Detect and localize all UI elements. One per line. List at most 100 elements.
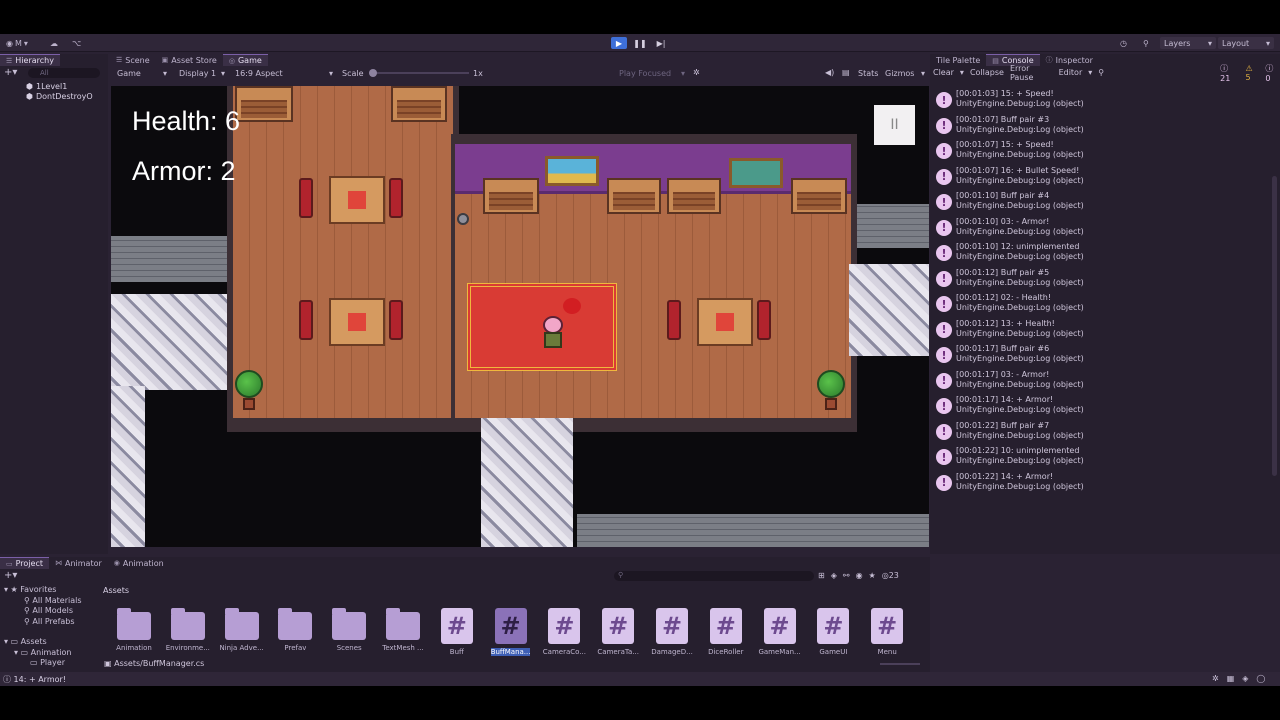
cloud-icon[interactable]: ☁ <box>50 37 58 49</box>
script-asset[interactable]: # CameraTa... <box>592 608 644 660</box>
tab-animation[interactable]: ◉ Animation <box>108 557 170 569</box>
hierarchy-item-level[interactable]: ⬢ 1Level1 <box>26 81 67 91</box>
script-asset[interactable]: # GameUI <box>807 608 859 660</box>
console-entry[interactable]: ! [00:01:07] 15: + Speed! UnityEngine.Debu… <box>936 139 1084 164</box>
layers-icon[interactable]: ◈ <box>1242 674 1248 683</box>
script-asset[interactable]: # DamageD... <box>646 608 698 660</box>
tab-animator[interactable]: ⋈ Animator <box>49 557 108 569</box>
console-entry[interactable]: ! [00:01:10] Buff pair #4 UnityEngine.Debu… <box>936 190 1084 215</box>
account-button[interactable]: ◉ M ▾ <box>6 37 28 49</box>
breadcrumb[interactable]: Assets <box>103 586 129 595</box>
error-count-badge[interactable]: ⓘ 0 <box>1265 63 1280 83</box>
tab-tile-palette[interactable]: Tile Palette <box>930 54 986 66</box>
folder-asset[interactable]: TextMesh ... <box>377 608 429 660</box>
folder-asset[interactable]: Environme... <box>162 608 214 660</box>
console-entry[interactable]: ! [00:01:03] 15: + Speed! UnityEngine.Debu… <box>936 88 1084 113</box>
icon-size-slider[interactable] <box>880 663 920 665</box>
collapse-toggle[interactable]: Collapse <box>970 68 1004 77</box>
favorite-item[interactable]: ⚲ All Models <box>4 606 82 617</box>
game-pause-button[interactable]: II <box>874 105 915 145</box>
folder-asset[interactable]: Scenes <box>323 608 375 660</box>
gizmos-dropdown[interactable]: Gizmos ▾ <box>881 67 929 79</box>
script-asset[interactable]: # Menu <box>861 608 913 660</box>
chevron-down-icon[interactable]: ▾ <box>1088 68 1092 77</box>
folder-asset[interactable]: Animation <box>108 608 160 660</box>
tab-scene[interactable]: ☰ Scene <box>110 54 156 66</box>
script-asset[interactable]: # Buff <box>431 608 483 660</box>
script-asset[interactable]: # CameraCo... <box>538 608 590 660</box>
console-entry[interactable]: ! [00:01:17] 14: + Armor! UnityEngine.Debu… <box>936 394 1084 419</box>
tab-hierarchy[interactable]: ☰ Hierarchy <box>0 54 60 66</box>
search-icon[interactable]: ⚲ <box>1143 37 1149 49</box>
hierarchy-search-input[interactable]: All <box>28 68 100 78</box>
hierarchy-item-dontdestroy[interactable]: ⬢ DontDestroyO <box>26 91 93 101</box>
folder-asset[interactable]: Prefav <box>269 608 321 660</box>
display-grid-icon[interactable]: ▤ <box>842 68 850 77</box>
stats-button[interactable]: Stats <box>858 69 878 78</box>
history-icon[interactable]: ◷ <box>1120 37 1127 49</box>
console-entry[interactable]: ! [00:01:17] Buff pair #6 UnityEngine.Debu… <box>936 343 1084 368</box>
pause-button[interactable]: ❚❚ <box>632 37 648 49</box>
favorite-item[interactable]: ⚲ All Prefabs <box>4 617 82 628</box>
game-viewport[interactable]: Health: 6 Armor: 2 II <box>111 86 929 547</box>
project-search-input[interactable]: ⚲ <box>614 571 814 581</box>
console-entry[interactable]: ! [00:01:10] 03: - Armor! UnityEngine.Debu… <box>936 216 1084 241</box>
console-entry[interactable]: ! [00:01:07] Buff pair #3 UnityEngine.Debu… <box>936 114 1084 139</box>
console-entry[interactable]: ! [00:01:12] Buff pair #5 UnityEngine.Debu… <box>936 267 1084 292</box>
clear-button[interactable]: Clear <box>933 68 954 77</box>
script-asset[interactable]: # DiceRoller <box>700 608 752 660</box>
play-button[interactable]: ▶ <box>611 37 627 49</box>
console-entry[interactable]: ! [00:01:10] 12: unimplemented UnityEngine… <box>936 241 1084 266</box>
bug-icon[interactable]: ✲ <box>693 68 700 77</box>
favorite-item[interactable]: ⚲ All Materials <box>4 596 82 607</box>
link-icon[interactable]: ⚯ <box>843 571 850 580</box>
search-icon[interactable]: ⚲ <box>1098 68 1104 77</box>
collab-icon[interactable]: ⌥ <box>72 37 81 49</box>
visibility-icon[interactable]: ◉ <box>856 571 863 580</box>
tab-project[interactable]: ▭ Project <box>0 557 49 569</box>
filter-label-icon[interactable]: ◈ <box>831 571 837 580</box>
info-count-badge[interactable]: ⓘ 21 <box>1220 63 1239 83</box>
bug-icon[interactable]: ✲ <box>1212 674 1219 683</box>
audio-mute-icon[interactable]: ◀) <box>825 68 834 77</box>
console-entry[interactable]: ! [00:01:07] 16: + Bullet Speed! UnityEngi… <box>936 165 1084 190</box>
scale-slider[interactable] <box>369 69 469 77</box>
chevron-down-icon[interactable]: ▾ <box>960 68 964 77</box>
painting <box>729 158 783 188</box>
grid-icon[interactable]: ▦ <box>1227 674 1235 683</box>
console-entry[interactable]: ! [00:01:22] Buff pair #7 UnityEngine.Debu… <box>936 420 1084 445</box>
console-scrollbar[interactable] <box>1272 176 1277 476</box>
error-pause-toggle[interactable]: Error Pause <box>1010 64 1053 82</box>
console-entry[interactable]: ! [00:01:22] 14: + Armor! UnityEngine.Debu… <box>936 471 1084 496</box>
console-entry[interactable]: ! [00:01:17] 03: - Armor! UnityEngine.Debu… <box>936 369 1084 394</box>
assets-tree-root[interactable]: ▾ ▭ Assets <box>4 637 82 648</box>
layout-dropdown[interactable]: Layout ▾ <box>1218 37 1274 49</box>
console-entry[interactable]: ! [00:01:22] 10: unimplemented UnityEngine… <box>936 445 1084 470</box>
filter-type-icon[interactable]: ⊞ <box>818 571 825 580</box>
add-object-button[interactable]: +▾ <box>4 67 17 78</box>
aspect-dropdown[interactable]: 16:9 Aspect ▾ <box>231 67 337 79</box>
folder-asset[interactable]: Ninja Adve... <box>216 608 268 660</box>
layers-dropdown[interactable]: Layers ▾ <box>1160 37 1216 49</box>
assets-tree-item[interactable]: ▾ ▭ Animation <box>4 648 82 659</box>
star-icon[interactable]: ★ <box>869 571 876 580</box>
tab-asset-store[interactable]: ▣ Asset Store <box>156 54 223 66</box>
status-message: ⓘ 14: + Armor! <box>3 675 67 684</box>
favorites-header[interactable]: ▾ ★ Favorites <box>4 585 82 596</box>
editor-dropdown[interactable]: Editor <box>1059 68 1083 77</box>
script-asset[interactable]: # GameMan... <box>754 608 806 660</box>
script-asset[interactable]: # BuffMana... <box>485 608 537 660</box>
play-focused-dropdown[interactable]: Play Focused ▾ <box>615 67 689 79</box>
tab-game[interactable]: ◎ Game <box>222 54 268 66</box>
game-mode-dropdown[interactable]: Game ▾ <box>113 67 171 79</box>
display-dropdown[interactable]: Display 1 ▾ <box>175 67 229 79</box>
console-entry[interactable]: ! [00:01:12] 13: + Health! UnityEngine.Deb… <box>936 318 1084 343</box>
scale-slider-handle[interactable] <box>369 69 377 77</box>
log-info-icon: ! <box>936 321 952 338</box>
console-entry[interactable]: ! [00:01:12] 02: - Health! UnityEngine.Deb… <box>936 292 1084 317</box>
bell-icon[interactable]: ◯ <box>1256 674 1265 683</box>
warning-count-badge[interactable]: ⚠ 5 <box>1246 64 1260 82</box>
step-button[interactable]: ▶| <box>653 37 669 49</box>
assets-tree-item[interactable]: ▭ Player <box>4 658 82 669</box>
add-asset-button[interactable]: +▾ <box>4 570 17 581</box>
